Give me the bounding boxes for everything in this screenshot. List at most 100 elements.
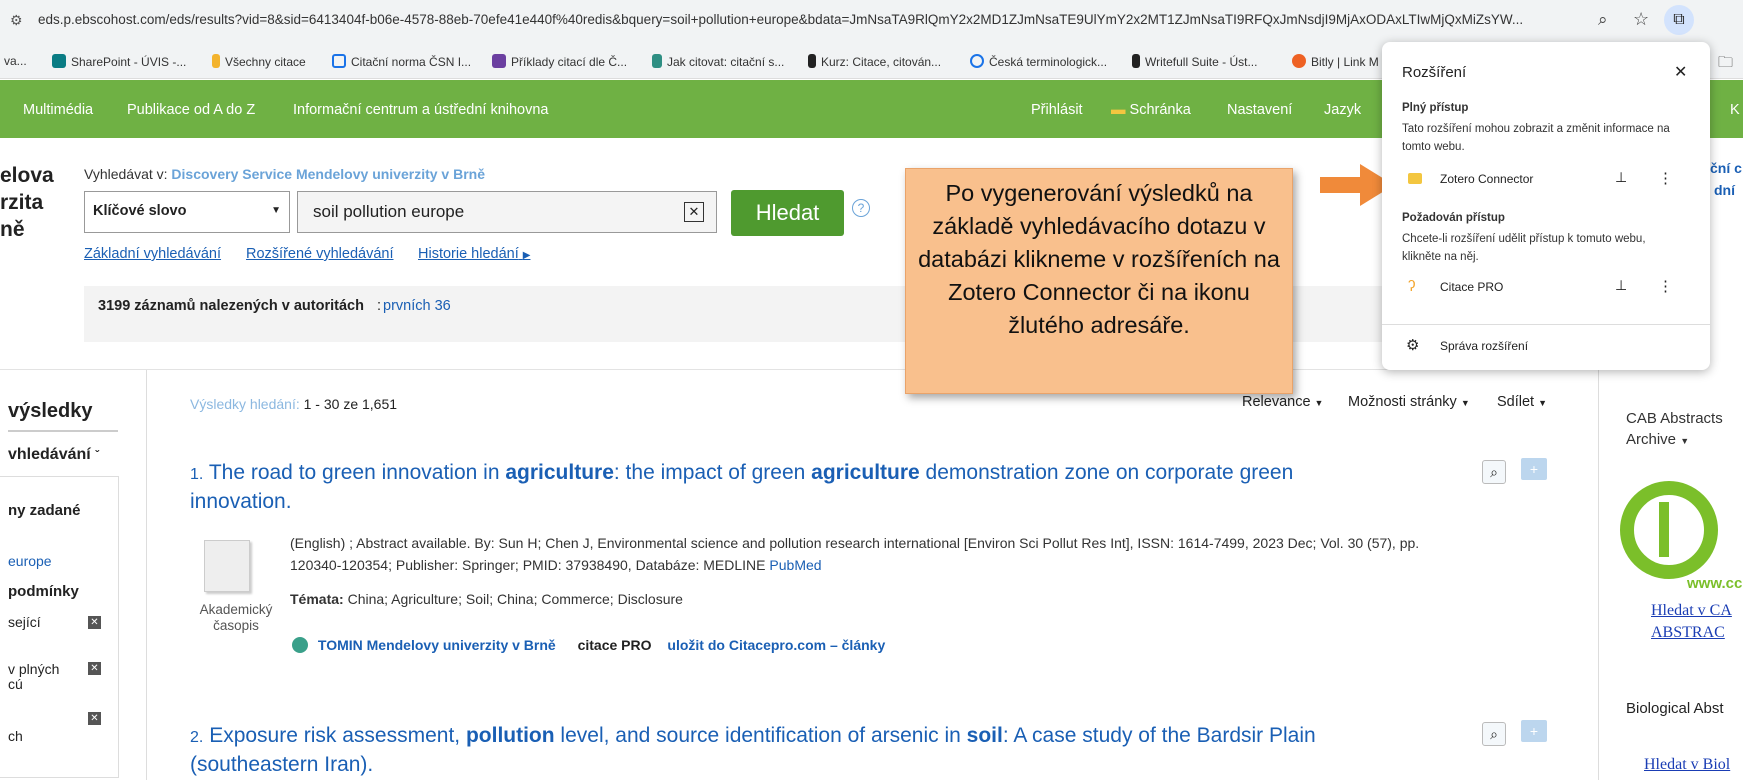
more-icon[interactable]: ⋮ bbox=[1658, 277, 1673, 295]
folder-icon[interactable]: 🗀 bbox=[1718, 52, 1733, 77]
sidebar-refine[interactable]: vhledávání ˇ bbox=[8, 446, 99, 464]
extension-citace-pro[interactable]: ʔ Citace PRO ⊥ ⋮ bbox=[1382, 272, 1710, 308]
remove-icon[interactable]: ✕ bbox=[88, 712, 101, 725]
caret-down-icon: ▼ bbox=[1314, 398, 1324, 408]
add-to-folder-icon[interactable]: + bbox=[1521, 458, 1547, 480]
chevron-down-icon: ▼ bbox=[271, 205, 281, 216]
tomin-icon bbox=[292, 637, 308, 653]
site-settings-icon[interactable]: ⚙ bbox=[10, 12, 23, 29]
divider bbox=[8, 430, 118, 432]
publication-type: Akademický časopis bbox=[199, 602, 273, 633]
pubmed-link[interactable]: PubMed bbox=[769, 557, 821, 573]
bookmark-star-icon[interactable]: ☆ bbox=[1633, 9, 1649, 30]
zoom-icon[interactable]: ⌕ bbox=[1598, 10, 1608, 30]
divider bbox=[1382, 324, 1710, 325]
result-links: TOMIN Mendelovy univerzity v Brně citace… bbox=[292, 637, 885, 653]
help-icon[interactable]: ? bbox=[852, 199, 870, 217]
divider bbox=[0, 369, 1600, 370]
bookmark-item[interactable]: Všechny citace bbox=[212, 54, 306, 69]
js-icon bbox=[652, 54, 662, 68]
caret-right-icon: ▶ bbox=[522, 250, 531, 261]
clear-icon[interactable]: ✕ bbox=[684, 202, 704, 222]
search-in-label: Vyhledávat v: Discovery Service Mendelov… bbox=[84, 166, 486, 182]
sidebar-section: ny zadané bbox=[8, 502, 81, 519]
edge-text: dní bbox=[1714, 182, 1735, 198]
caret-down-icon: ▼ bbox=[1680, 436, 1690, 446]
caret-down-icon: ▼ bbox=[1460, 398, 1470, 408]
pin-icon[interactable]: ⊥ bbox=[1615, 277, 1627, 294]
sidebar-item: sející bbox=[8, 614, 41, 630]
m-icon bbox=[808, 54, 816, 68]
save-citacepro-link[interactable]: uložit do Citacepro.com – články bbox=[667, 637, 885, 653]
extensions-puzzle-icon[interactable]: ⧉ bbox=[1664, 5, 1694, 35]
citace-icon: ʔ bbox=[1408, 278, 1416, 295]
sidebar-conditions: podmínky bbox=[8, 583, 79, 600]
database-name[interactable]: Discovery Service Mendelovy univerzity v… bbox=[171, 166, 485, 182]
page-options-dropdown[interactable]: Možnosti stránky ▼ bbox=[1348, 394, 1470, 410]
bookmark-item[interactable]: Jak citovat: citační s... bbox=[652, 54, 784, 69]
preview-icon[interactable]: ⌕ bbox=[1482, 460, 1506, 484]
bookmark-item[interactable]: va... bbox=[4, 54, 27, 68]
more-icon[interactable]: ⋮ bbox=[1658, 169, 1673, 187]
close-icon[interactable]: ✕ bbox=[1674, 62, 1687, 82]
bookmark-item[interactable]: Bitly | Link M bbox=[1292, 54, 1379, 69]
pin-icon[interactable]: ⊥ bbox=[1615, 169, 1627, 186]
bookmark-item[interactable]: Příklady citací dle Č... bbox=[492, 54, 627, 69]
bookmark-item[interactable]: Kurz: Citace, citován... bbox=[808, 54, 941, 69]
nav-multimedia[interactable]: Multimédia bbox=[23, 102, 93, 118]
extensions-title: Rozšíření bbox=[1402, 64, 1467, 81]
folder-icon: ▬ bbox=[1111, 102, 1126, 118]
result-title[interactable]: 1. The road to green innovation in agric… bbox=[190, 459, 1460, 515]
address-bar: ⚙ eds.p.ebscohost.com/eds/results?vid=8&… bbox=[0, 0, 1743, 44]
advanced-search-link[interactable]: Rozšířené vyhledávání bbox=[246, 246, 394, 262]
cab-search-link[interactable]: Hledat v CA ABSTRAC bbox=[1651, 600, 1732, 644]
journal-thumbnail-icon bbox=[204, 540, 250, 592]
nav-language[interactable]: Jazyk bbox=[1324, 102, 1361, 118]
globe-icon bbox=[970, 54, 984, 68]
full-access-heading: Plný přístup bbox=[1402, 102, 1469, 114]
search-query: soil pollution europe bbox=[313, 202, 465, 221]
logo-line: rzita bbox=[0, 191, 44, 214]
folder-icon bbox=[1408, 173, 1422, 184]
search-history-link[interactable]: Historie hledání ▶ bbox=[418, 246, 530, 262]
nav-login[interactable]: Přihlásit bbox=[1031, 102, 1083, 118]
bio-title: Biological Abst bbox=[1626, 700, 1724, 717]
cab-title[interactable]: CAB Abstracts Archive ▼ bbox=[1626, 408, 1723, 452]
nav-publications-az[interactable]: Publikace od A do Z bbox=[127, 102, 255, 118]
sidebar-item: v plných bbox=[8, 661, 60, 677]
remove-icon[interactable]: ✕ bbox=[88, 616, 101, 629]
manage-extensions[interactable]: ⚙ Správa rozšíření bbox=[1382, 332, 1710, 362]
sidebar-term[interactable]: europe bbox=[8, 553, 52, 569]
url-field[interactable]: eds.p.ebscohost.com/eds/results?vid=8&si… bbox=[38, 12, 1588, 27]
remove-icon[interactable]: ✕ bbox=[88, 662, 101, 675]
result-title[interactable]: 2. Exposure risk assessment, pollution l… bbox=[190, 722, 1460, 778]
caret-down-icon: ▼ bbox=[1538, 398, 1548, 408]
instruction-callout: Po vygenerování výsledků na základě vyhl… bbox=[905, 168, 1293, 394]
sidebar-heading: výsledky bbox=[8, 400, 93, 422]
gear-icon: ⚙ bbox=[1406, 337, 1420, 354]
sort-relevance-dropdown[interactable]: Relevance ▼ bbox=[1242, 394, 1323, 410]
nav-settings[interactable]: Nastavení bbox=[1227, 102, 1292, 118]
field-select-value: Klíčové slovo bbox=[93, 203, 187, 219]
sharepoint-icon bbox=[52, 54, 66, 68]
tomin-link[interactable]: TOMIN Mendelovy univerzity v Brně bbox=[318, 637, 556, 653]
edge-text: ční c bbox=[1710, 160, 1742, 176]
bio-search-link[interactable]: Hledat v Biol bbox=[1644, 756, 1730, 774]
nav-folder[interactable]: ▬ Schránka bbox=[1111, 102, 1191, 118]
extension-zotero[interactable]: Zotero Connector ⊥ ⋮ bbox=[1382, 164, 1710, 200]
authorities-link[interactable]: prvních 36 bbox=[383, 298, 451, 314]
share-dropdown[interactable]: Sdílet ▼ bbox=[1497, 394, 1547, 410]
add-to-folder-icon[interactable]: + bbox=[1521, 720, 1547, 742]
search-input[interactable]: soil pollution europe ✕ bbox=[297, 191, 717, 233]
field-select[interactable]: Klíčové slovo ▼ bbox=[84, 191, 290, 233]
bookmark-item[interactable]: Česká terminologick... bbox=[970, 54, 1107, 69]
citacepro-logo[interactable]: citace PRO bbox=[578, 637, 652, 653]
bookmark-item[interactable]: Writefull Suite - Úst... bbox=[1132, 54, 1257, 69]
bookmark-item[interactable]: Citační norma ČSN I... bbox=[332, 54, 471, 69]
nav-library[interactable]: Informační centrum a ústřední knihovna bbox=[293, 102, 549, 118]
logo: elova rzita ně bbox=[0, 162, 54, 243]
search-button[interactable]: Hledat bbox=[731, 190, 844, 236]
basic-search-link[interactable]: Základní vyhledávání bbox=[84, 246, 221, 262]
bookmark-item[interactable]: SharePoint - ÚVIS -... bbox=[52, 54, 186, 69]
preview-icon[interactable]: ⌕ bbox=[1482, 722, 1506, 746]
